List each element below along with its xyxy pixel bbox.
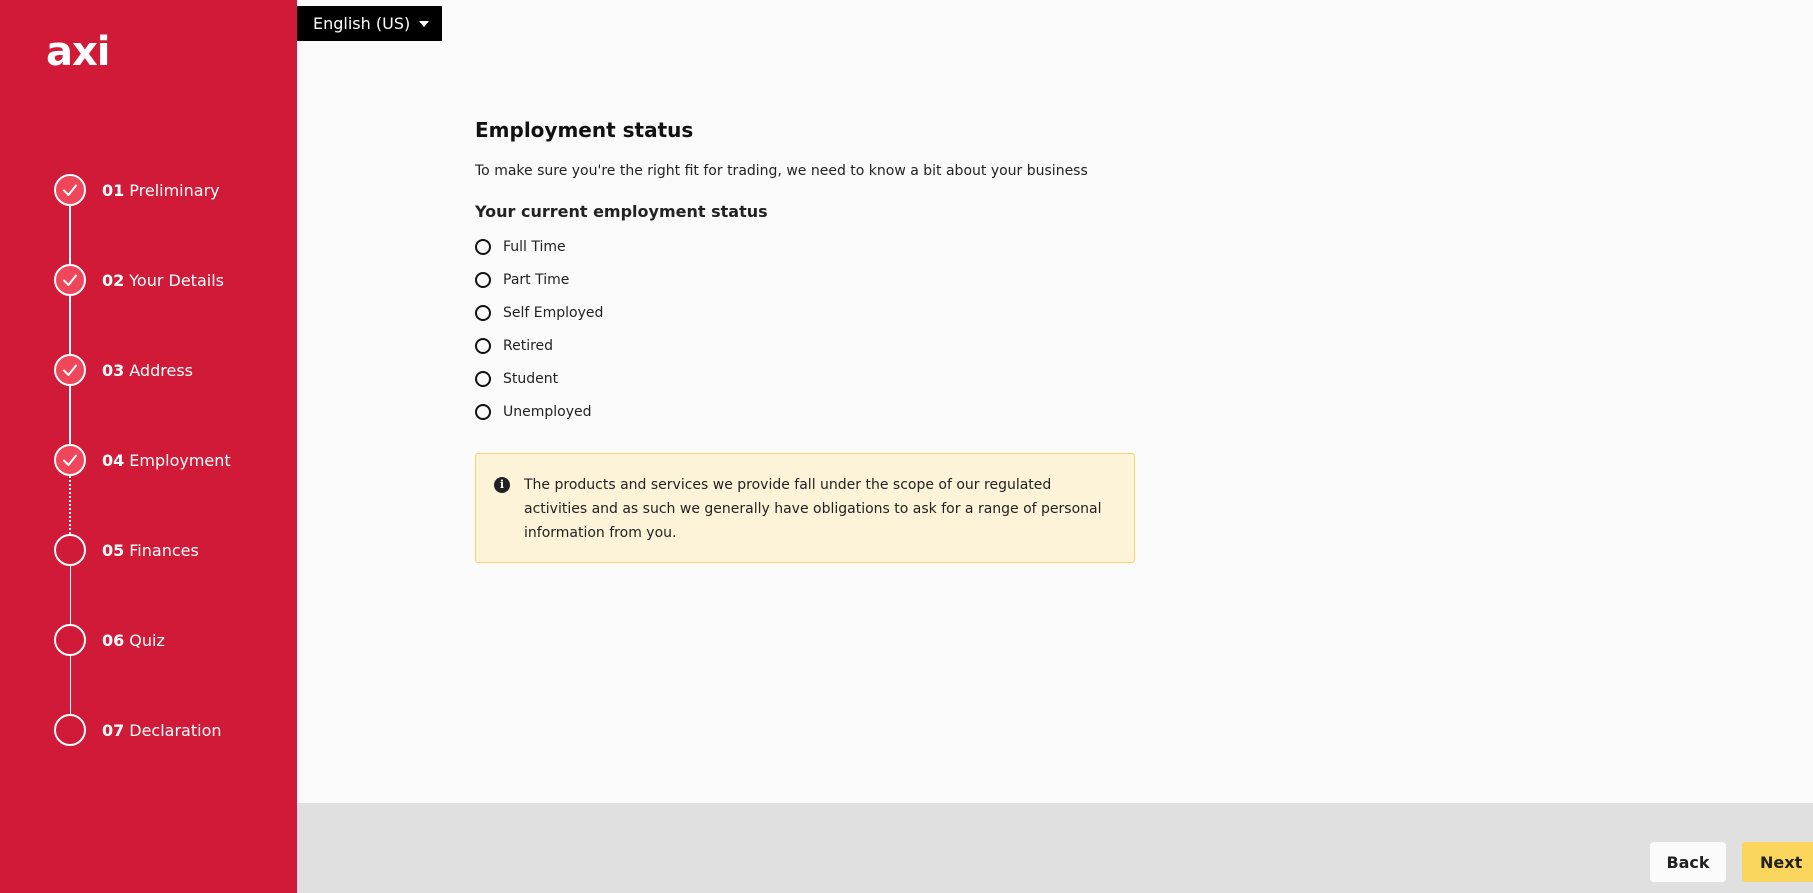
step-label: Finances: [129, 540, 199, 560]
step-address[interactable]: 03 Address: [54, 354, 193, 386]
caret-down-icon: [419, 20, 430, 27]
empty-circle-icon: [54, 624, 86, 656]
step-number: 06: [102, 630, 125, 650]
check-icon: [54, 444, 86, 476]
step-employment[interactable]: 04 Employment: [54, 444, 231, 476]
check-icon: [54, 354, 86, 386]
step-connector: [69, 296, 71, 354]
step-connector: [69, 656, 71, 714]
empty-circle-icon: [54, 534, 86, 566]
sidebar: axi 01 Preliminary 02 Your Details 03 Addre…: [0, 0, 297, 893]
step-label: Address: [129, 360, 193, 380]
check-icon: [54, 264, 86, 296]
axi-logo: axi: [46, 29, 111, 75]
step-your-details[interactable]: 02 Your Details: [54, 264, 224, 296]
step-number: 03: [102, 360, 125, 380]
step-preliminary[interactable]: 01 Preliminary: [54, 174, 220, 206]
radio-button[interactable]: [475, 370, 491, 387]
notice-text: The products and services we provide fal…: [524, 477, 1102, 541]
page-subtitle: To make sure you're the right fit for tr…: [475, 163, 1088, 179]
employment-form: Employment status To make sure you're th…: [475, 116, 1135, 563]
back-button[interactable]: Back: [1650, 842, 1726, 882]
step-connector: [69, 386, 71, 444]
option-full-time[interactable]: Full Time: [475, 230, 1135, 263]
step-label: Preliminary: [129, 180, 220, 200]
option-student[interactable]: Student: [475, 362, 1135, 395]
question-label: Your current employment status: [475, 202, 768, 221]
radio-button[interactable]: [475, 271, 491, 288]
step-number: 07: [102, 720, 125, 740]
language-selector[interactable]: English (US): [297, 6, 442, 41]
option-part-time[interactable]: Part Time: [475, 263, 1135, 296]
option-label: Unemployed: [503, 403, 592, 420]
option-label: Retired: [503, 337, 554, 354]
info-notice: i The products and services we provide f…: [475, 453, 1135, 563]
option-label: Full Time: [503, 238, 566, 255]
option-retired[interactable]: Retired: [475, 329, 1135, 362]
radio-button[interactable]: [475, 304, 491, 321]
info-icon: i: [494, 477, 510, 493]
option-label: Student: [503, 370, 559, 387]
language-label: English (US): [313, 14, 411, 33]
empty-circle-icon: [54, 714, 86, 746]
step-connector: [69, 476, 71, 534]
step-connector: [69, 206, 71, 264]
step-label: Your Details: [129, 270, 224, 290]
next-button[interactable]: Next: [1742, 842, 1813, 882]
employment-radio-group: Full Time Part Time Self Employed Retire…: [475, 230, 1135, 428]
step-number: 04: [102, 450, 125, 470]
step-connector: [69, 566, 71, 624]
footer-bar: Back Next: [297, 803, 1813, 893]
step-quiz[interactable]: 06 Quiz: [54, 624, 165, 656]
step-number: 05: [102, 540, 125, 560]
step-number: 01: [102, 180, 125, 200]
option-label: Self Employed: [503, 304, 604, 321]
option-self-employed[interactable]: Self Employed: [475, 296, 1135, 329]
step-label: Employment: [129, 450, 231, 470]
option-unemployed[interactable]: Unemployed: [475, 395, 1135, 428]
radio-button[interactable]: [475, 337, 491, 354]
step-number: 02: [102, 270, 125, 290]
check-icon: [54, 174, 86, 206]
step-finances[interactable]: 05 Finances: [54, 534, 199, 566]
step-declaration[interactable]: 07 Declaration: [54, 714, 222, 746]
step-label: Quiz: [129, 630, 165, 650]
radio-button[interactable]: [475, 238, 491, 255]
option-label: Part Time: [503, 271, 570, 288]
step-label: Declaration: [129, 720, 222, 740]
radio-button[interactable]: [475, 403, 491, 420]
page-title: Employment status: [475, 118, 694, 142]
